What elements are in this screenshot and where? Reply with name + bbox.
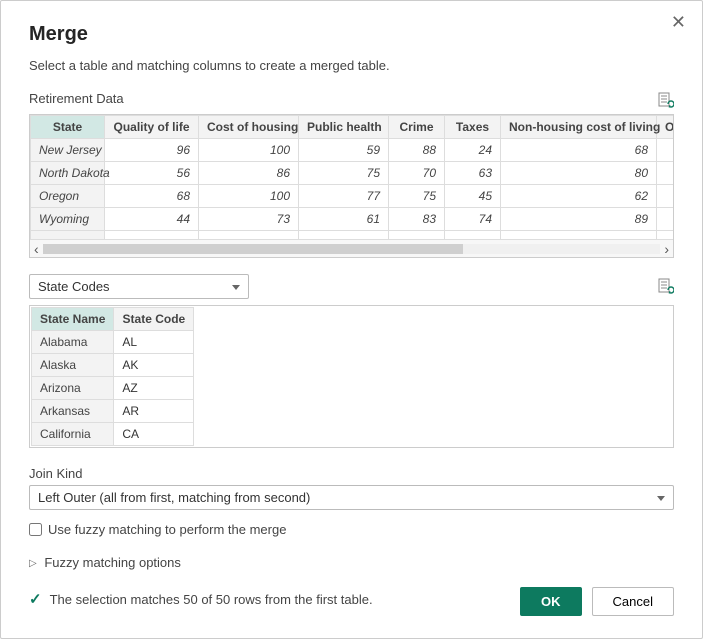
col-housing[interactable]: Cost of housing (199, 116, 299, 139)
dialog-title: Merge (29, 23, 674, 46)
table-row[interactable]: Arkansas AR (32, 400, 194, 423)
second-table-dropdown[interactable]: State Codes (29, 274, 249, 299)
col-state[interactable]: State (31, 116, 105, 139)
table-row[interactable]: Arizona AZ (32, 377, 194, 400)
refresh-bottom-icon[interactable] (658, 278, 674, 296)
table-row-partial[interactable] (31, 231, 675, 240)
second-table-dropdown-label: State Codes (38, 279, 110, 294)
fuzzy-options-expander[interactable]: Fuzzy matching options (29, 555, 674, 570)
col-state-code[interactable]: State Code (114, 308, 194, 331)
col-health[interactable]: Public health (299, 116, 389, 139)
fuzzy-checkbox[interactable] (29, 523, 42, 536)
button-row: OK Cancel (520, 587, 674, 616)
fuzzy-checkbox-label: Use fuzzy matching to perform the merge (48, 522, 286, 537)
bottom-table-container: State Name State Code Alabama AL Alaska … (29, 305, 674, 448)
close-icon[interactable]: ✕ (671, 13, 686, 31)
cancel-button[interactable]: Cancel (592, 587, 674, 616)
ok-button[interactable]: OK (520, 587, 582, 616)
merge-dialog: ✕ Merge Select a table and matching colu… (0, 0, 703, 639)
chevron-left-icon[interactable]: ‹ (34, 242, 39, 256)
col-state-name[interactable]: State Name (32, 308, 114, 331)
table-row[interactable]: Alaska AK (32, 354, 194, 377)
scroll-thumb[interactable] (43, 244, 463, 254)
bottom-table[interactable]: State Name State Code Alabama AL Alaska … (31, 307, 194, 446)
top-table-name: Retirement Data (29, 91, 124, 106)
top-table[interactable]: State Quality of life Cost of housing Pu… (30, 115, 674, 239)
col-nonhousing[interactable]: Non-housing cost of living (501, 116, 657, 139)
table-row[interactable]: Alabama AL (32, 331, 194, 354)
top-table-hscrollbar[interactable]: ‹ › (30, 239, 673, 257)
table-row[interactable]: Wyoming 44 73 61 83 74 89 (31, 208, 675, 231)
col-crime[interactable]: Crime (389, 116, 445, 139)
table-row[interactable]: Oregon 68 100 77 75 45 62 (31, 185, 675, 208)
dialog-subtitle: Select a table and matching columns to c… (29, 58, 674, 73)
table-row[interactable]: California CA (32, 423, 194, 446)
fuzzy-checkbox-row[interactable]: Use fuzzy matching to perform the merge (29, 522, 674, 537)
table-row[interactable]: New Jersey 96 100 59 88 24 68 (31, 139, 675, 162)
top-table-container: State Quality of life Cost of housing Pu… (29, 114, 674, 258)
table-row[interactable]: North Dakota 56 86 75 70 63 80 (31, 162, 675, 185)
fuzzy-options-expander-label: Fuzzy matching options (44, 555, 181, 570)
status-message: The selection matches 50 of 50 rows from… (50, 592, 373, 607)
scroll-track[interactable] (43, 244, 661, 254)
join-kind-dropdown[interactable]: Left Outer (all from first, matching fro… (29, 485, 674, 510)
refresh-top-icon[interactable] (658, 92, 674, 110)
join-kind-dropdown-label: Left Outer (all from first, matching fro… (38, 490, 310, 505)
col-qol[interactable]: Quality of life (105, 116, 199, 139)
top-table-header-row: State Quality of life Cost of housing Pu… (31, 116, 675, 139)
col-taxes[interactable]: Taxes (445, 116, 501, 139)
chevron-right-icon[interactable]: › (664, 242, 669, 256)
check-icon: ✓ (29, 590, 42, 608)
bottom-table-header-row: State Name State Code (32, 308, 194, 331)
join-kind-label: Join Kind (29, 466, 674, 481)
